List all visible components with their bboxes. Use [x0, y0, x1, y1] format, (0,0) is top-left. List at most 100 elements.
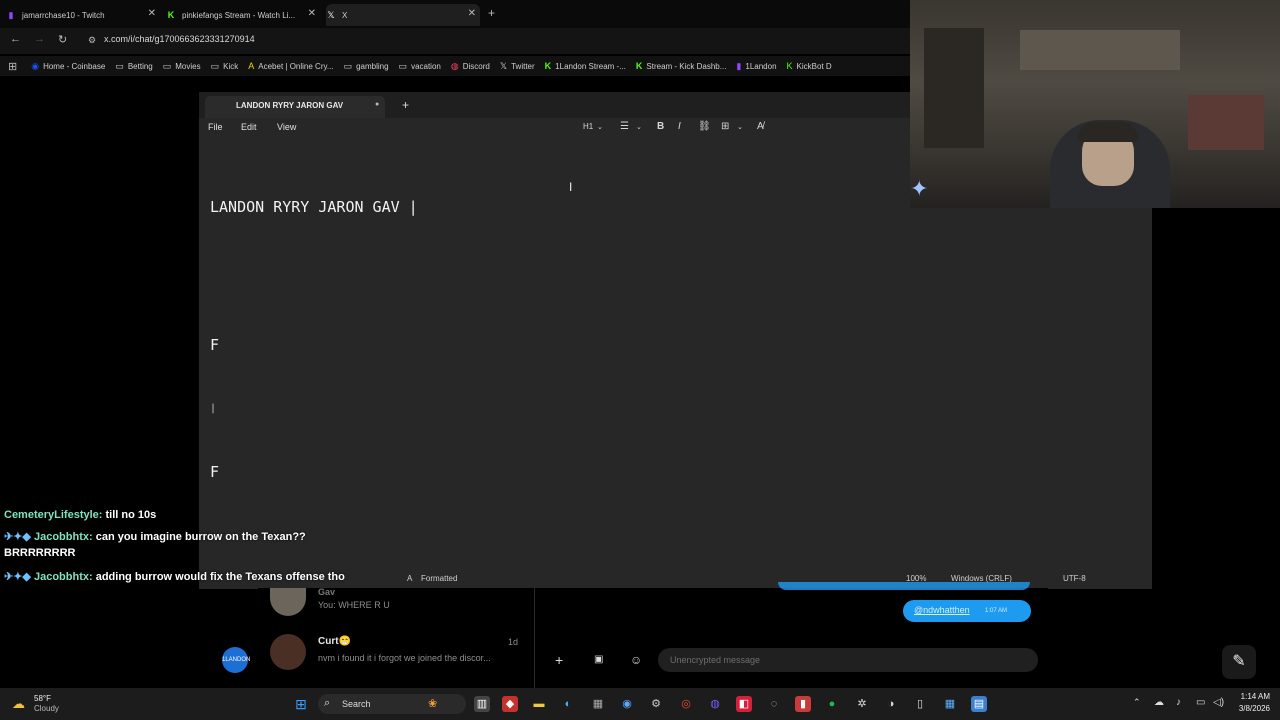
close-icon[interactable]: ✕	[468, 8, 476, 19]
text-line: F	[210, 336, 220, 354]
edge-icon[interactable]: ◐	[560, 696, 576, 712]
table-icon[interactable]: ⊞	[721, 121, 729, 132]
close-icon[interactable]: ✕	[308, 8, 316, 19]
chat-text: adding burrow would fix the Texans offen…	[92, 571, 345, 583]
app-icon[interactable]: ◆	[502, 696, 518, 712]
list-icon[interactable]: ☰	[620, 121, 629, 132]
notepad-text-area[interactable]: LANDON RYRY JARON GAV | F | F	[210, 150, 418, 530]
browser-tab-x[interactable]: 𝕏 X ✕	[326, 4, 480, 26]
network-icon[interactable]: ▭	[1196, 697, 1205, 708]
bookmark-item[interactable]: A Acebet | Online Cry...	[248, 61, 333, 71]
folder-icon: ▭	[210, 60, 220, 71]
webcam-wall-shadow	[924, 28, 984, 148]
close-icon[interactable]: ✕	[148, 8, 156, 19]
tab-title: X	[342, 10, 348, 20]
heading-dropdown[interactable]: H1	[583, 122, 593, 131]
link-icon[interactable]: ⛓	[698, 121, 711, 132]
bold-icon[interactable]: B	[657, 121, 664, 132]
unsaved-dot-icon[interactable]: ●	[375, 101, 379, 108]
add-attachment-icon[interactable]: +	[555, 652, 563, 668]
gif-icon[interactable]: ▣	[594, 654, 603, 665]
status-mode[interactable]: Formatted	[421, 574, 457, 583]
browser-tab-kick[interactable]: K pinkiefangs Stream - Watch Li... ✕	[166, 4, 320, 26]
italic-icon[interactable]: I	[678, 121, 681, 132]
store-icon[interactable]: ▦	[590, 696, 606, 712]
x-icon: 𝕏	[327, 10, 335, 20]
format-icon: A	[407, 574, 413, 583]
twitch-icon: ▮	[736, 60, 742, 71]
microphone-icon[interactable]: ♪	[1176, 697, 1181, 708]
chevron-up-icon[interactable]: ⌃	[1133, 697, 1141, 708]
message-input[interactable]: Unencrypted message	[658, 648, 1038, 672]
bookmark-item[interactable]: ◍ Discord	[451, 61, 490, 72]
avatar[interactable]	[270, 588, 306, 616]
menu-view[interactable]: View	[277, 122, 296, 132]
bookmark-item[interactable]: ▭ Betting	[115, 61, 152, 72]
app-icon[interactable]: ▮	[795, 696, 811, 712]
discord-icon[interactable]: ◍	[707, 696, 723, 712]
task-view-icon[interactable]: ▥	[474, 696, 490, 712]
notepad-tab[interactable]: LANDON RYRY JARON GAV ●	[205, 96, 385, 118]
clock-date[interactable]: 3/8/2026	[1228, 704, 1270, 713]
bookmark-item[interactable]: 𝕏 Twitter	[500, 61, 535, 72]
apps-grid-icon[interactable]: ⊞	[8, 60, 17, 73]
notepad-icon[interactable]: ▤	[971, 696, 987, 712]
weather-temp[interactable]: 58°F	[34, 694, 51, 703]
clear-formatting-icon[interactable]: A̸	[757, 121, 764, 132]
forward-icon[interactable]: →	[34, 33, 45, 45]
start-icon[interactable]: ⊞	[293, 696, 309, 712]
menu-edit[interactable]: Edit	[241, 122, 257, 132]
bookmark-label: Discord	[462, 61, 490, 71]
app-icon[interactable]: ◉	[619, 696, 635, 712]
bookmark-item[interactable]: ▭ gambling	[344, 61, 389, 72]
message-input-placeholder: Unencrypted message	[670, 655, 761, 665]
app-icon[interactable]: ◧	[736, 696, 752, 712]
bookmark-item[interactable]: K 1Landon Stream -...	[545, 61, 626, 71]
bookmark-item[interactable]: ▭ Movies	[163, 61, 201, 72]
weather-icon[interactable]: ☁	[12, 696, 25, 712]
cloud-icon[interactable]: ☁	[1154, 697, 1164, 708]
discord-icon: ◍	[450, 60, 459, 71]
webcam-person-hair	[1078, 122, 1138, 142]
compose-icon[interactable]: ✎	[1222, 645, 1256, 679]
new-tab-button[interactable]: +	[488, 6, 495, 20]
bookmark-label: 1Landon Stream -...	[555, 61, 626, 71]
text-cursor-line: |	[210, 403, 217, 414]
emoji-icon[interactable]: ☺	[630, 653, 642, 667]
back-icon[interactable]: ←	[10, 33, 21, 45]
dm-name[interactable]: Gav	[318, 587, 335, 597]
app-icon[interactable]: ✲	[854, 696, 870, 712]
weather-desc: Cloudy	[34, 704, 59, 713]
reload-icon[interactable]: ↻	[58, 33, 67, 46]
app-icon[interactable]: ◑	[883, 696, 899, 712]
message-mention[interactable]: @ndwhatthen	[914, 605, 970, 615]
tab-title: pinkiefangs Stream - Watch Li...	[182, 10, 296, 20]
bookmark-item[interactable]: K Stream - Kick Dashb...	[636, 61, 727, 71]
clock-time[interactable]: 1:14 AM	[1228, 692, 1270, 701]
dm-name[interactable]: Curt😁	[318, 636, 351, 647]
bookmark-item[interactable]: K KickBot D	[787, 61, 832, 71]
calculator-icon[interactable]: ▦	[942, 696, 958, 712]
bookmark-item[interactable]: ▭ vacation	[399, 61, 441, 72]
settings-icon[interactable]: ⚙	[648, 696, 664, 712]
volume-icon[interactable]: ◁)	[1213, 697, 1224, 708]
menu-file[interactable]: File	[208, 122, 223, 132]
avatar[interactable]	[270, 634, 306, 670]
bookmark-item[interactable]: ▭ Kick	[211, 61, 239, 72]
message-bubble[interactable]: @ndwhatthen 1:07 AM	[903, 600, 1031, 622]
spotify-icon[interactable]: ●	[824, 696, 840, 712]
bookmark-item[interactable]: ◉ Home - Coinbase	[31, 61, 105, 72]
browser-tab-twitch[interactable]: ▮ jamarrchase10 - Twitch ✕	[6, 4, 160, 26]
new-tab-icon[interactable]: +	[402, 98, 409, 112]
chevron-down-icon: ⌄	[636, 124, 642, 131]
chrome-icon[interactable]: ◎	[678, 696, 694, 712]
site-info-icon[interactable]: ⚙	[88, 35, 96, 46]
file-explorer-icon[interactable]: ▬	[531, 696, 547, 712]
bookmark-item[interactable]: ▮ 1Landon	[736, 61, 776, 72]
app-icon[interactable]: ▯	[912, 696, 928, 712]
status-encoding[interactable]: UTF-8	[1063, 574, 1086, 583]
taskbar-search[interactable]: ⌕ Search ❀	[318, 694, 466, 714]
app-icon[interactable]: ◌	[766, 696, 782, 712]
avatar[interactable]: 1LANDON	[222, 647, 250, 673]
url-field[interactable]: x.com/i/chat/g1700663623331270914	[104, 34, 255, 44]
